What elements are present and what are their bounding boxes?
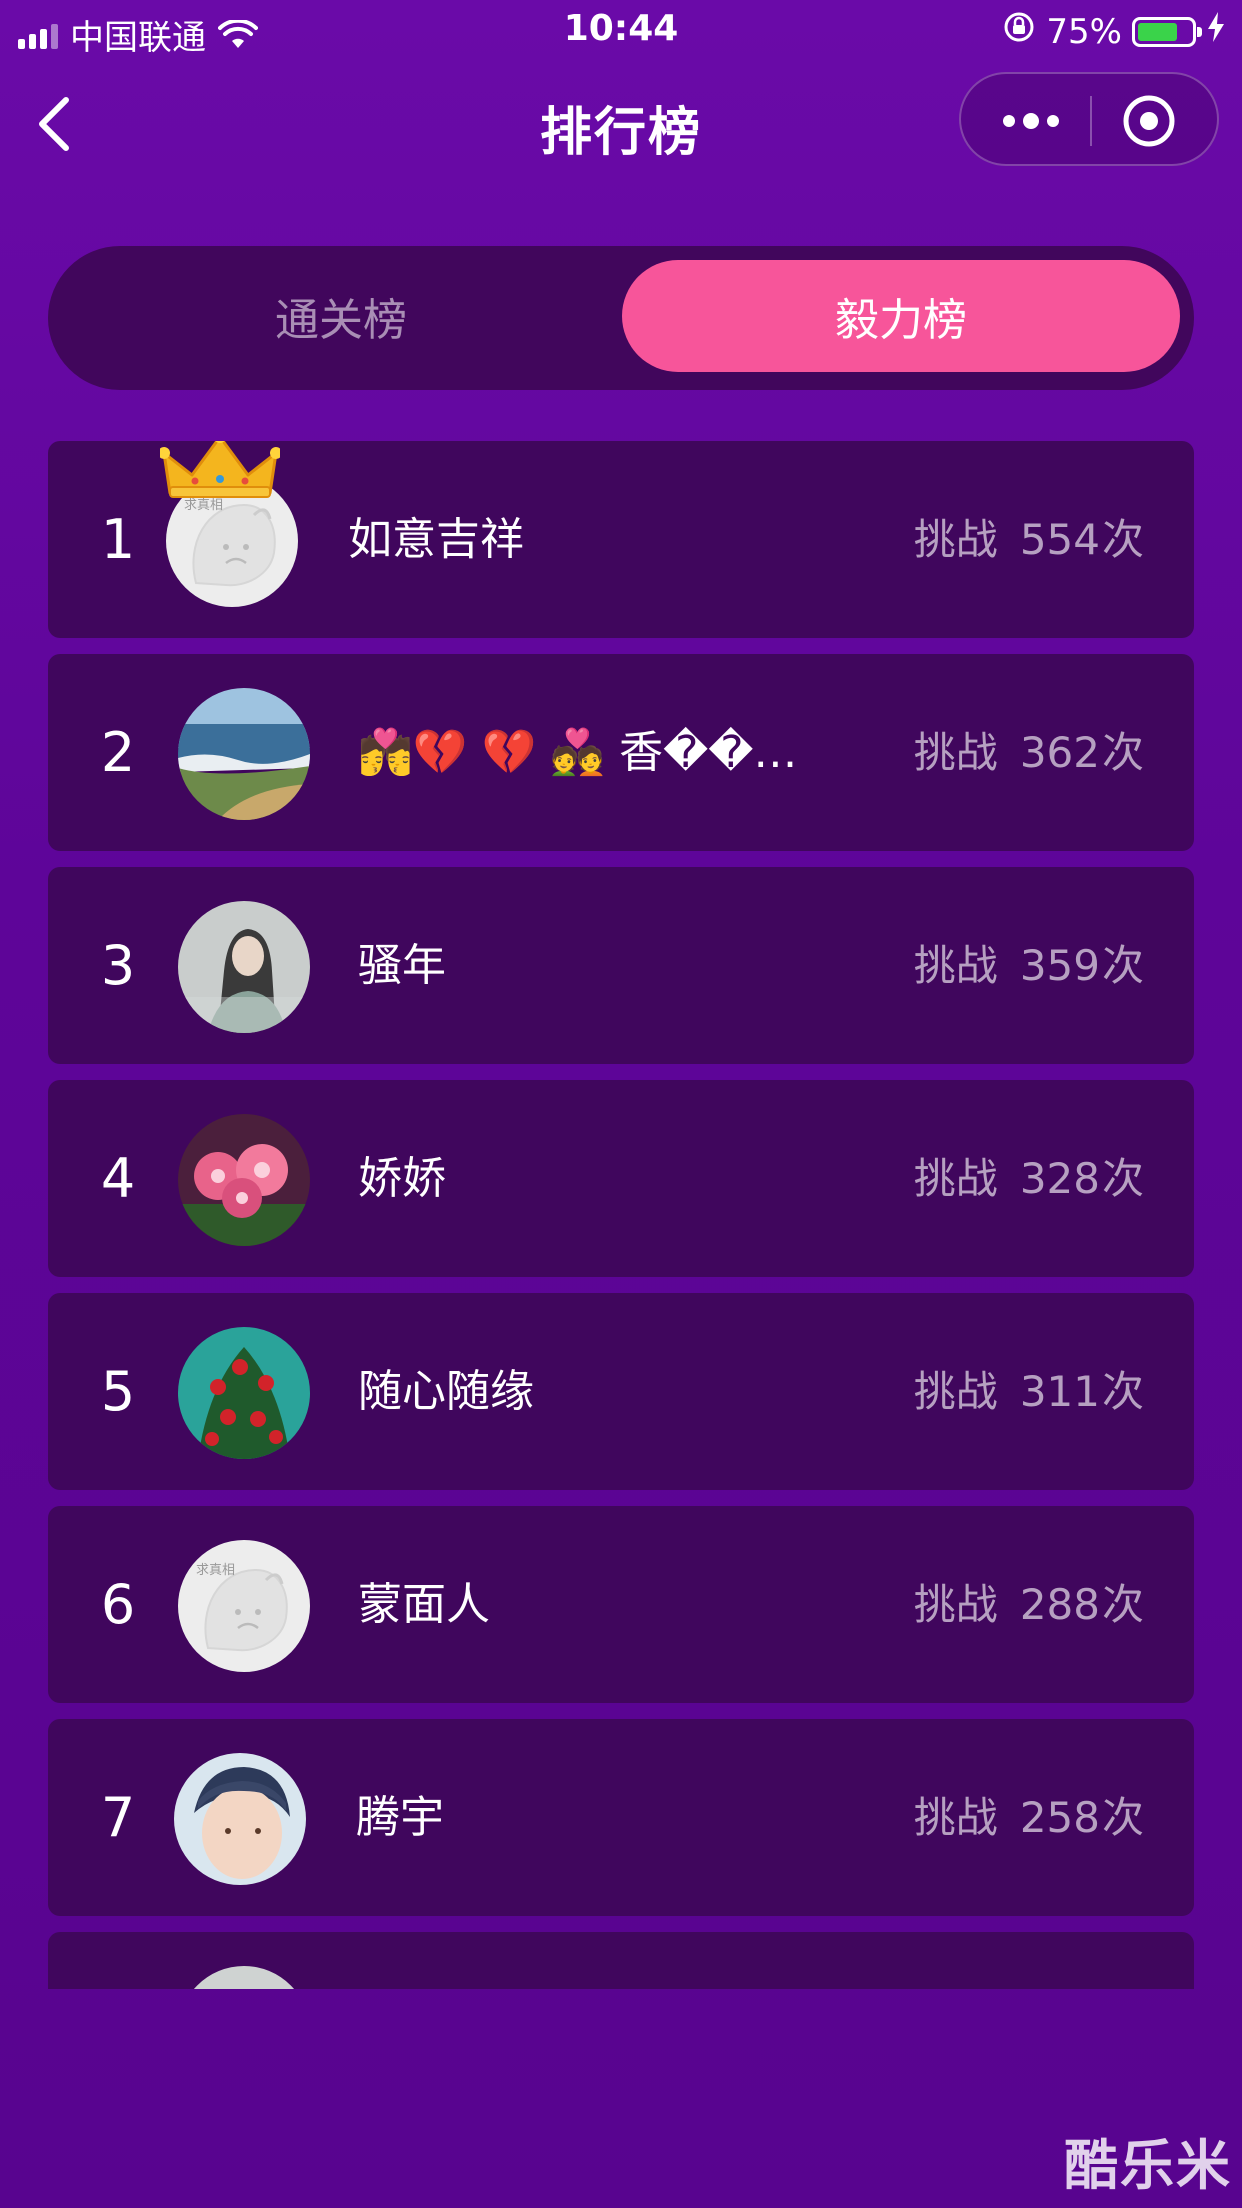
roses-avatar [178, 1327, 310, 1459]
score-suffix: 次 [1101, 1793, 1144, 1842]
score-number: 258 [1019, 1793, 1100, 1842]
more-dots-icon[interactable] [991, 96, 1071, 146]
battery-percent: 75% [1046, 11, 1122, 52]
player-name: 腾宇 [356, 1792, 444, 1843]
pink-flowers-avatar [178, 1114, 310, 1246]
target-close-icon[interactable] [1121, 93, 1177, 149]
leaderboard-row[interactable]: 5 随心随缘 挑战 311次 [48, 1293, 1194, 1490]
challenge-count: 挑战 359次 [914, 867, 1144, 1064]
score-prefix: 挑战 [913, 1154, 998, 1203]
boy-photo-avatar [174, 1753, 306, 1885]
rank-number: 3 [100, 934, 136, 997]
seascape-avatar [178, 688, 310, 820]
status-bar: 中国联通 10:44 75% [0, 0, 1242, 62]
rank-number: 4 [100, 1147, 136, 1210]
tab-perseverance-ranking[interactable]: 毅力榜 [622, 260, 1180, 372]
capsule-divider [1090, 96, 1092, 146]
score-suffix: 次 [1101, 1154, 1144, 1203]
battery-icon [1132, 16, 1202, 47]
score-number: 554 [1019, 515, 1100, 564]
player-name: 骚年 [358, 940, 446, 991]
default-avatar: 求真相 [178, 1540, 310, 1672]
avatar-tag: 求真相 [196, 1563, 235, 1578]
status-right: 75% [1002, 10, 1226, 53]
navigation-bar: 排行榜 [0, 62, 1242, 186]
score-prefix: 挑战 [913, 1367, 998, 1416]
girl-photo-avatar [178, 901, 310, 1033]
challenge-count: 挑战 288次 [914, 1506, 1144, 1703]
rank-number: 6 [100, 1573, 136, 1636]
challenge-count: 挑战 328次 [914, 1080, 1144, 1277]
challenge-count: 挑战 258次 [914, 1719, 1144, 1916]
leaderboard-row[interactable]: 4 娇娇 挑战 328次 [48, 1080, 1194, 1277]
score-suffix: 次 [1101, 1367, 1144, 1416]
leaderboard-row[interactable]: 2 💏💔 💔 💑 香���… 挑战 362次 [48, 654, 1194, 851]
avatar [178, 1966, 310, 1989]
score-prefix: 挑战 [913, 1793, 998, 1842]
score-number: 328 [1019, 1154, 1100, 1203]
score-prefix: 挑战 [913, 728, 998, 777]
score-suffix: 次 [1101, 515, 1144, 564]
rank-number: 5 [100, 1360, 136, 1423]
score-number: 288 [1019, 1580, 1100, 1629]
rank-number: 2 [100, 721, 136, 784]
rank-number: 7 [100, 1786, 136, 1849]
leaderboard-row[interactable]: 3 骚年 挑战 359次 [48, 867, 1194, 1064]
score-number: 311 [1019, 1367, 1100, 1416]
challenge-count: 挑战 554次 [914, 441, 1144, 638]
rank-number: 1 [100, 508, 136, 571]
score-prefix: 挑战 [913, 515, 998, 564]
leaderboard-row[interactable]: 1 求真相 如意吉祥 挑战 554次 [48, 441, 1194, 638]
player-name: 随心随缘 [358, 1366, 534, 1417]
player-name: 如意吉祥 [348, 514, 524, 565]
leaderboard-list[interactable]: 1 求真相 如意吉祥 挑战 554次 2 💏💔 💔 💑 香���… 挑战 362… [48, 441, 1194, 1989]
score-suffix: 次 [1101, 941, 1144, 990]
leaderboard-row[interactable]: 7 腾宇 挑战 258次 [48, 1719, 1194, 1916]
player-name: 娇娇 [358, 1153, 446, 1204]
score-prefix: 挑战 [913, 941, 998, 990]
player-name: 蒙面人 [358, 1579, 490, 1630]
challenge-count: 挑战 362次 [914, 654, 1144, 851]
tab-switcher: 通关榜 毅力榜 [48, 246, 1194, 390]
score-suffix: 次 [1101, 728, 1144, 777]
crown-icon [158, 441, 282, 501]
player-name: 💏💔 💔 💑 香���… [358, 727, 828, 778]
mini-program-capsule [959, 72, 1219, 166]
score-suffix: 次 [1101, 1580, 1144, 1629]
tab-clear-ranking[interactable]: 通关榜 [62, 260, 620, 372]
score-number: 362 [1019, 728, 1100, 777]
leaderboard-row-partial[interactable] [48, 1932, 1194, 1989]
score-number: 359 [1019, 941, 1100, 990]
rotation-lock-icon [1002, 10, 1036, 53]
charging-icon [1206, 11, 1226, 52]
leaderboard-row[interactable]: 6 求真相 蒙面人 挑战 288次 [48, 1506, 1194, 1703]
score-prefix: 挑战 [913, 1580, 998, 1629]
watermark: 酷乐米 [1064, 2134, 1232, 2197]
challenge-count: 挑战 311次 [914, 1293, 1144, 1490]
